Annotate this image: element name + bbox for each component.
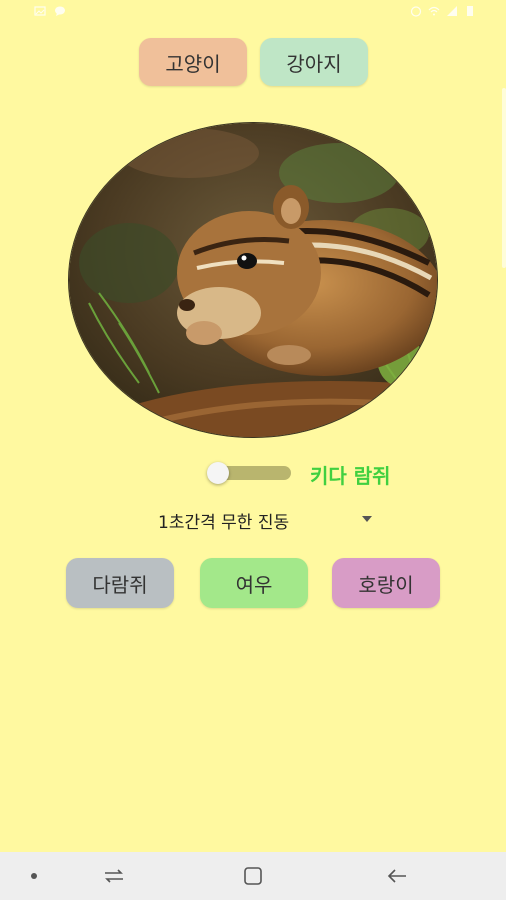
navigation-bar <box>0 852 506 900</box>
switch-thumb <box>207 462 229 484</box>
squirrel-switch[interactable] <box>205 462 291 484</box>
wifi-icon <box>428 6 440 16</box>
nav-dot-icon[interactable] <box>31 873 37 879</box>
cat-button[interactable]: 고양이 <box>139 38 247 86</box>
animal-photo <box>68 122 438 438</box>
vibration-dropdown[interactable]: 1초간격 무한 진동 <box>150 506 380 534</box>
alarm-icon <box>410 6 422 17</box>
tiger-button[interactable]: 호랑이 <box>332 558 440 608</box>
status-left-icons <box>34 5 66 17</box>
dog-button[interactable]: 강아지 <box>260 38 368 86</box>
home-icon[interactable] <box>243 866 263 886</box>
dropdown-arrow-icon <box>362 516 372 522</box>
switch-label: 키다 람쥐 <box>310 464 391 488</box>
vibration-dropdown-value: 1초간격 무한 진동 <box>158 513 290 533</box>
scroll-indicator <box>502 88 506 268</box>
squirrel-button[interactable]: 다람쥐 <box>66 558 174 608</box>
status-right-icons <box>410 5 476 17</box>
signal-icon <box>447 6 457 16</box>
battery-icon <box>467 6 473 16</box>
image-icon <box>34 6 46 16</box>
message-icon <box>55 6 65 16</box>
recent-apps-icon[interactable] <box>100 866 128 886</box>
chipmunk-image <box>69 123 437 437</box>
back-icon[interactable] <box>384 866 410 886</box>
app-screen: 고양이 강아지 키다 람쥐 1초간격 무한 진동 다람쥐 여우 호랑이 <box>0 0 506 900</box>
status-bar <box>0 0 506 26</box>
fox-button[interactable]: 여우 <box>200 558 308 608</box>
